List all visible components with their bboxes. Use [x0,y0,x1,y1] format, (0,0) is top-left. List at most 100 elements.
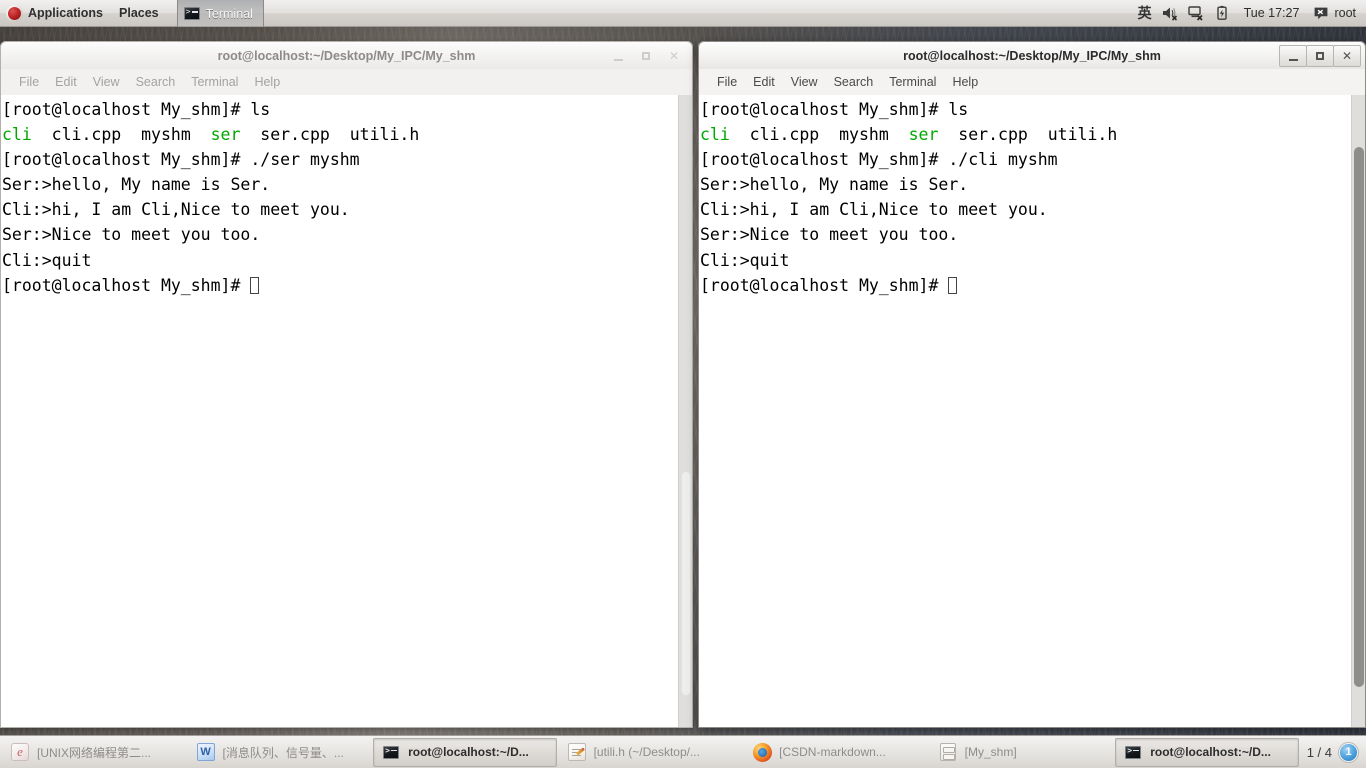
ime-indicator[interactable]: 英 [1133,3,1157,23]
notification-badge[interactable]: 1 [1339,742,1358,762]
close-button-right[interactable]: ✕ [1333,45,1361,67]
taskbar-button[interactable]: [My_shm] [930,738,1114,767]
terminal-line: [root@localhost My_shm]# ls [700,97,1351,122]
taskbar-button-label: [My_shm] [964,745,1017,759]
menubar-left: File Edit View Search Terminal Help [0,69,693,95]
applications-label: Applications [28,6,104,20]
taskbar-button-label: root@localhost:~/D... [1150,745,1271,759]
file-manager-icon [937,742,959,762]
taskbar-button-label: [utili.h (~/Desktop/... [593,745,700,759]
panel-window-terminal[interactable]: Terminal [176,0,264,27]
terminal-text-green: ser [908,125,939,145]
terminal-text: Cli:>hi, I am Cli,Nice to meet you. [2,200,350,220]
menu-file-left[interactable]: File [11,73,47,91]
terminal-line: Ser:>hello, My name is Ser. [700,172,1351,197]
menu-edit-right[interactable]: Edit [745,73,783,91]
terminal-icon [1122,742,1144,762]
menu-search-left[interactable]: Search [128,73,184,91]
terminal-text: [root@localhost My_shm]# ls [2,100,271,119]
terminal-line: Cli:>hi, I am Cli,Nice to meet you. [2,197,678,222]
titlebar-left[interactable]: root@localhost:~/Desktop/My_IPC/My_shm ✕ [0,41,693,69]
battery-icon[interactable] [1209,0,1235,26]
terminal-line: [root@localhost My_shm]# ./cli myshm [700,147,1351,172]
terminal-screen-left[interactable]: [root@localhost My_shm]# ls cli cli.cpp m… [1,95,678,727]
terminal-icon [380,742,402,762]
firefox-icon-glyph [752,742,772,762]
menu-applications[interactable]: Applications [0,0,111,26]
scrollbar-right[interactable] [1351,95,1365,727]
terminal-text: Ser:>hello, My name is Ser. [2,175,271,195]
taskbar-button[interactable]: [CSDN-markdown... [744,738,928,767]
fedora-logo-icon [6,4,23,22]
firefox-icon [751,742,773,762]
terminal-text: [root@localhost My_shm]# ./ser myshm [2,150,360,170]
taskbar-button-label: [CSDN-markdown... [779,745,886,759]
menu-help-right[interactable]: Help [944,73,986,91]
taskbar-button[interactable]: root@localhost:~/D... [373,737,557,767]
window-title-left: root@localhost:~/Desktop/My_IPC/My_shm [217,48,476,63]
maximize-button-left[interactable] [632,45,660,67]
terminal-text: Cli:>quit [2,250,92,270]
taskbar-button-label: root@localhost:~/D... [408,745,529,759]
terminal-cursor [250,276,260,294]
taskbar-button[interactable]: [消息队列、信号量、... [188,738,372,767]
clock[interactable]: Tue 17:27 [1235,6,1309,20]
volume-muted-icon[interactable] [1157,0,1183,26]
taskbar-button[interactable]: [UNIX网络编程第二... [2,738,186,767]
menu-terminal-left[interactable]: Terminal [183,73,246,91]
scrollbar-thumb-right[interactable] [1354,147,1364,687]
terminal-line: [root@localhost My_shm]# [2,273,678,298]
terminal-body-left: [root@localhost My_shm]# ls cli cli.cpp m… [0,95,693,728]
taskbar-button-label: [UNIX网络编程第二... [37,745,152,760]
close-button-left[interactable]: ✕ [660,45,688,67]
terminal-window-right[interactable]: root@localhost:~/Desktop/My_IPC/My_shm ✕… [698,41,1366,728]
terminal-line: [root@localhost My_shm]# ./ser myshm [2,147,678,172]
terminal-text-green: cli [700,125,730,145]
taskbar-button[interactable]: root@localhost:~/D... [1115,737,1299,767]
terminal-line: Cli:>quit [700,248,1351,273]
menu-help-left[interactable]: Help [246,73,288,91]
terminal-window-left[interactable]: root@localhost:~/Desktop/My_IPC/My_shm ✕… [0,41,693,728]
terminal-line: Cli:>quit [2,248,678,273]
terminal-line: Ser:>Nice to meet you too. [700,222,1351,247]
user-label[interactable]: root [1334,6,1360,20]
maximize-button-right[interactable] [1306,45,1334,67]
terminal-text: [root@localhost My_shm]# [2,275,251,295]
menu-file-right[interactable]: File [709,73,745,91]
places-label: Places [119,6,159,20]
titlebar-right[interactable]: root@localhost:~/Desktop/My_IPC/My_shm ✕ [698,41,1366,69]
terminal-text: [root@localhost My_shm]# ls [700,100,969,119]
ereader-icon [9,742,31,762]
workspace-area: 1 / 4 1 [1299,742,1364,762]
menu-view-right[interactable]: View [783,73,826,91]
taskbar-button-label: [消息队列、信号量、... [222,745,344,760]
workspace-switcher[interactable]: 1 / 4 [1307,745,1332,760]
terminal-line: Cli:>hi, I am Cli,Nice to meet you. [700,197,1351,222]
panel-window-label: Terminal [205,6,253,21]
scrollbar-thumb-left[interactable] [681,471,691,696]
terminal-text: Cli:>quit [700,250,790,270]
terminal-text-green: cli [2,125,32,145]
terminal-icon-glyph [383,745,400,759]
terminal-screen-right[interactable]: [root@localhost My_shm]# ls cli cli.cpp m… [699,95,1351,727]
window-list: [UNIX网络编程第二... [消息队列、信号量、... root@localhos… [2,737,1299,768]
window-title-right: root@localhost:~/Desktop/My_IPC/My_shm [903,48,1161,63]
panel-spacer [264,0,1133,26]
word-document-icon-glyph [196,743,215,761]
minimize-button-right[interactable] [1279,45,1307,67]
top-panel: Applications Places Terminal 英 [0,0,1366,27]
menu-search-right[interactable]: Search [826,73,882,91]
user-status-icon[interactable] [1308,0,1334,26]
menu-places[interactable]: Places [111,0,167,26]
text-editor-icon-glyph [567,743,586,761]
menu-view-left[interactable]: View [85,73,128,91]
menu-terminal-right[interactable]: Terminal [881,73,944,91]
terminal-text: cli.cpp myshm [31,125,211,145]
terminal-cursor [948,276,958,294]
scrollbar-left[interactable] [678,95,692,727]
taskbar-button[interactable]: [utili.h (~/Desktop/... [559,738,743,767]
terminal-line: Ser:>Nice to meet you too. [2,222,678,247]
minimize-button-left[interactable] [604,45,632,67]
network-disconnected-icon[interactable] [1183,0,1209,26]
menu-edit-left[interactable]: Edit [47,73,85,91]
